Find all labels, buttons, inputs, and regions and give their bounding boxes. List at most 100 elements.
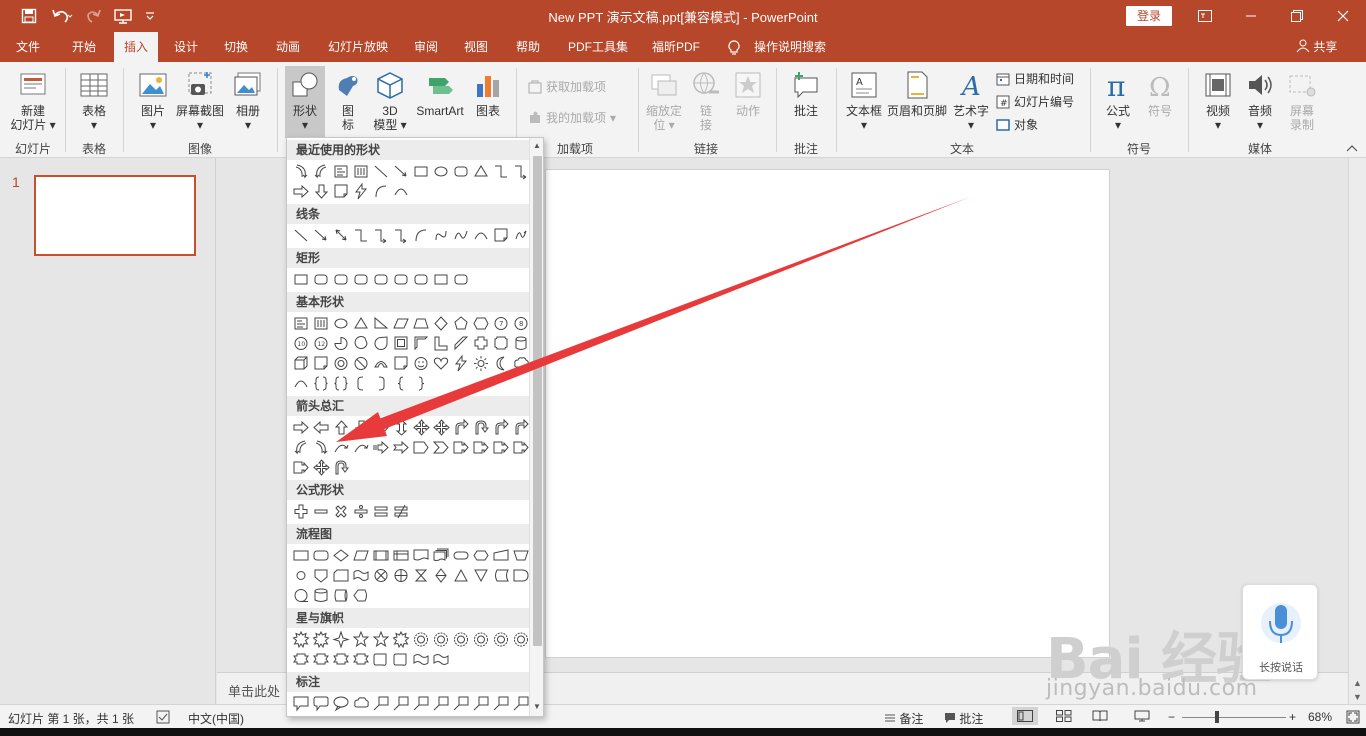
shape-vtextbox-icon[interactable] bbox=[354, 165, 368, 178]
close-icon[interactable] bbox=[1320, 0, 1366, 32]
shape-lbrack-icon[interactable] bbox=[357, 376, 364, 391]
shape-fdata-icon[interactable] bbox=[353, 550, 369, 561]
shape-callov-icon[interactable] bbox=[333, 696, 349, 712]
shape-elbowarr-icon[interactable] bbox=[375, 229, 387, 244]
shape-bentarr-icon[interactable] bbox=[495, 418, 509, 435]
shape-fold-icon[interactable] bbox=[494, 228, 508, 242]
shape-lcall-icon[interactable] bbox=[513, 696, 529, 711]
shape-scribble-icon[interactable] bbox=[515, 230, 527, 240]
voice-input-widget[interactable]: 长按说话 bbox=[1242, 584, 1318, 680]
shape-star4-icon[interactable] bbox=[332, 630, 350, 649]
shape-foffpage-icon[interactable] bbox=[314, 569, 328, 583]
symbol-button[interactable]: Ω 符号 bbox=[1140, 70, 1180, 118]
object-button[interactable]: 对象 bbox=[996, 116, 1038, 133]
shape-star5-icon[interactable] bbox=[352, 630, 370, 648]
shape-line-icon[interactable] bbox=[374, 165, 388, 178]
shape-fsort-icon[interactable] bbox=[435, 568, 447, 583]
shape-chevron-icon[interactable] bbox=[432, 441, 449, 454]
share-button[interactable]: 共享 bbox=[1296, 32, 1337, 62]
tab-insert[interactable]: 插入 bbox=[114, 32, 158, 62]
shape-fdirect-icon[interactable] bbox=[334, 589, 348, 602]
shape-quadarr-icon[interactable] bbox=[313, 459, 330, 476]
shape-divide-icon[interactable] bbox=[354, 505, 368, 518]
shape-elbowarr-icon[interactable] bbox=[395, 229, 407, 244]
shape-star5-icon[interactable] bbox=[372, 630, 390, 648]
slideshow-view-icon[interactable] bbox=[1134, 710, 1150, 725]
shape-seal-icon[interactable] bbox=[454, 632, 468, 647]
shape-trap-icon[interactable] bbox=[413, 318, 429, 329]
shape-lshape-icon[interactable] bbox=[434, 336, 448, 351]
shape-fcollate-icon[interactable] bbox=[414, 569, 428, 582]
shape-notched-icon[interactable] bbox=[392, 440, 409, 455]
shape-elbowarr-icon[interactable] bbox=[515, 165, 527, 180]
shape-ribbon-icon[interactable] bbox=[293, 653, 309, 665]
shape-equal-icon[interactable] bbox=[374, 506, 388, 517]
shape-rrect-icon[interactable] bbox=[454, 166, 468, 177]
shapes-gallery-scrollbar[interactable]: ▲ ▼ bbox=[529, 138, 543, 716]
header-footer-button[interactable]: 页眉和页脚 bbox=[886, 70, 948, 118]
shape-ftape-icon[interactable] bbox=[353, 570, 369, 581]
tab-slideshow[interactable]: 幻灯片放映 bbox=[320, 32, 396, 62]
shape-falt-icon[interactable] bbox=[313, 550, 329, 561]
shape-arrowline-icon[interactable] bbox=[394, 165, 407, 177]
shape-fdisplay-icon[interactable] bbox=[353, 589, 367, 602]
shape-uturn-icon[interactable] bbox=[335, 460, 349, 475]
tab-animations[interactable]: 动画 bbox=[268, 32, 308, 62]
shape-bracket-icon[interactable] bbox=[334, 376, 348, 391]
shape-textbox-icon[interactable] bbox=[294, 317, 308, 330]
comment-button[interactable]: 批注 bbox=[784, 70, 828, 118]
tell-me-search[interactable]: 操作说明搜索 bbox=[746, 32, 834, 62]
tab-file[interactable]: 文件 bbox=[8, 32, 48, 62]
video-button[interactable]: 视频 ▾ bbox=[1198, 70, 1238, 132]
shape-fdecision-icon[interactable] bbox=[333, 549, 349, 562]
shape-nosym-icon[interactable] bbox=[354, 357, 368, 370]
shape-moon-icon[interactable] bbox=[496, 356, 505, 371]
shape-chord-icon[interactable] bbox=[354, 336, 368, 350]
slide-thumbnail[interactable] bbox=[34, 175, 196, 256]
shape-scroll-icon[interactable] bbox=[373, 653, 387, 666]
shape-teardrop-icon[interactable] bbox=[374, 336, 388, 350]
shape-oval-icon[interactable] bbox=[434, 166, 448, 177]
comments-toggle[interactable]: 批注 bbox=[944, 710, 983, 727]
shape-lcall-icon[interactable] bbox=[453, 696, 469, 711]
shape-fdoc-icon[interactable] bbox=[413, 549, 429, 561]
shape-rarr-icon[interactable] bbox=[293, 184, 309, 199]
shape-pentarr-icon[interactable] bbox=[413, 441, 429, 454]
shape-wave-icon[interactable] bbox=[413, 654, 429, 665]
shape-for-icon[interactable] bbox=[394, 569, 408, 582]
shape-fpredef-icon[interactable] bbox=[373, 550, 389, 561]
smartart-button[interactable]: SmartArt bbox=[412, 70, 468, 118]
shape-arc-icon[interactable] bbox=[394, 188, 408, 196]
shape-line-icon[interactable] bbox=[294, 229, 308, 242]
shape-fold-icon[interactable] bbox=[314, 356, 328, 370]
date-time-button[interactable]: 日期和时间 bbox=[996, 70, 1074, 87]
shape-arc-icon[interactable] bbox=[294, 380, 308, 388]
scroll-down-icon[interactable]: ▼ bbox=[533, 702, 541, 711]
fit-to-window-icon[interactable] bbox=[1346, 710, 1360, 727]
shape-fconn-icon[interactable] bbox=[296, 571, 306, 580]
shape-burst-icon[interactable] bbox=[312, 630, 330, 649]
shape-cube-icon[interactable] bbox=[294, 356, 308, 370]
tab-design[interactable]: 设计 bbox=[166, 32, 206, 62]
shape-rrect-icon[interactable] bbox=[334, 274, 348, 285]
shape-callarr-icon[interactable] bbox=[493, 441, 509, 454]
tab-review[interactable]: 审阅 bbox=[406, 32, 446, 62]
slide-sorter-icon[interactable] bbox=[1056, 710, 1072, 725]
shape-textbox-icon[interactable] bbox=[334, 165, 348, 178]
scroll-down-icon[interactable]: ▼ bbox=[1353, 692, 1362, 702]
shape-fmag-icon[interactable] bbox=[314, 588, 328, 602]
shape-frame-icon[interactable] bbox=[394, 336, 408, 350]
shape-fsum-icon[interactable] bbox=[374, 569, 388, 582]
shape-quadarr-icon[interactable] bbox=[413, 419, 430, 436]
shape-n7-icon[interactable]: 7 bbox=[494, 317, 508, 330]
shape-rrect-icon[interactable] bbox=[354, 274, 368, 285]
shape-finternal-icon[interactable] bbox=[393, 550, 409, 561]
shape-lcall-icon[interactable] bbox=[493, 696, 509, 711]
shape-fextract-icon[interactable] bbox=[454, 568, 468, 582]
shape-dblarrow-icon[interactable] bbox=[335, 229, 347, 241]
shape-quadarr-icon[interactable] bbox=[433, 419, 450, 436]
zoom-out-icon[interactable]: − bbox=[1168, 710, 1175, 724]
shape-cross-icon[interactable] bbox=[474, 336, 488, 350]
shape-larr-icon[interactable] bbox=[313, 420, 329, 435]
shape-seal-icon[interactable] bbox=[414, 632, 428, 647]
